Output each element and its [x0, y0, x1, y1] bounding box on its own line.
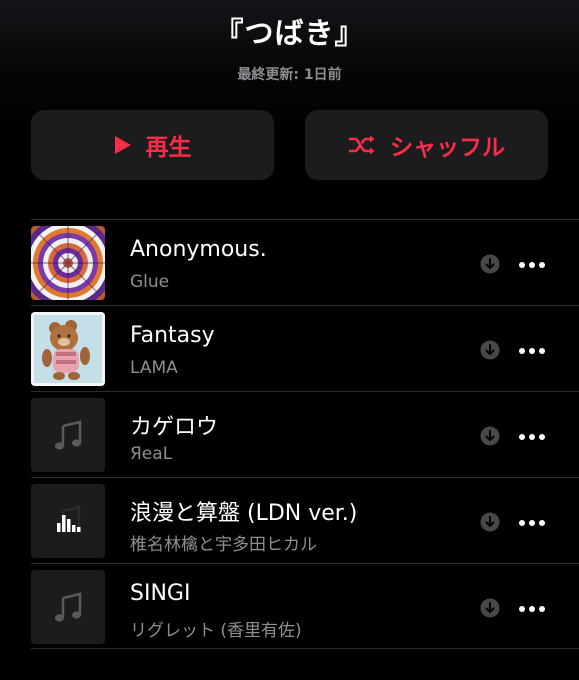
- track-row[interactable]: 浪漫と算盤 (LDN ver.) 椎名林檎と宇多田ヒカル: [0, 477, 579, 563]
- playlist-screen: 『つばき』 最終更新: 1日前 再生 シャッフル Anonymous. Glue…: [0, 0, 579, 680]
- track-artist: Glue: [130, 272, 170, 292]
- track-list: Anonymous. Glue Fantasy LAMA カゲロウ ЯeaL 浪…: [0, 219, 579, 649]
- more-options-icon[interactable]: [518, 515, 546, 529]
- track-title: Fantasy: [130, 323, 215, 348]
- track-title: Anonymous.: [130, 237, 267, 262]
- track-artist: LAMA: [130, 358, 178, 378]
- play-button-label: 再生: [145, 135, 192, 161]
- download-icon[interactable]: [480, 598, 500, 618]
- shuffle-icon: [348, 134, 376, 156]
- shuffle-button-label: シャッフル: [390, 135, 505, 161]
- download-icon[interactable]: [480, 340, 500, 360]
- more-options-icon[interactable]: [518, 601, 546, 615]
- play-icon: [114, 135, 132, 155]
- now-playing-bars: [31, 484, 105, 558]
- music-note-icon: [55, 592, 82, 622]
- track-row[interactable]: Fantasy LAMA: [0, 305, 579, 391]
- more-options-icon[interactable]: [518, 257, 546, 271]
- track-title: 浪漫と算盤 (LDN ver.): [130, 501, 358, 526]
- music-note-placeholder: [31, 398, 105, 472]
- track-artist: ЯeaL: [130, 444, 173, 464]
- music-note-icon: [55, 420, 82, 450]
- more-options-icon[interactable]: [518, 343, 546, 357]
- download-icon[interactable]: [480, 426, 500, 446]
- track-row[interactable]: SINGI リグレット (香里有佐): [0, 563, 579, 649]
- play-button[interactable]: 再生: [31, 110, 274, 180]
- track-row[interactable]: Anonymous. Glue: [0, 219, 579, 305]
- download-icon[interactable]: [480, 512, 500, 532]
- last-updated-text: 最終更新: 1日前: [237, 67, 342, 83]
- playlist-title: 『つばき』: [214, 16, 365, 50]
- shuffle-button[interactable]: シャッフル: [305, 110, 548, 180]
- equalizer-icon: [57, 515, 81, 532]
- track-title: カゲロウ: [130, 415, 219, 440]
- teddy-bear-artwork: [31, 312, 105, 386]
- track-title: SINGI: [130, 581, 191, 606]
- spiral-pattern-artwork: [31, 226, 105, 300]
- download-icon[interactable]: [480, 254, 500, 274]
- track-row[interactable]: カゲロウ ЯeaL: [0, 391, 579, 477]
- track-artist: リグレット (香里有佐): [130, 621, 302, 641]
- music-note-placeholder: [31, 570, 105, 644]
- more-options-icon[interactable]: [518, 429, 546, 443]
- track-artist: 椎名林檎と宇多田ヒカル: [130, 535, 317, 555]
